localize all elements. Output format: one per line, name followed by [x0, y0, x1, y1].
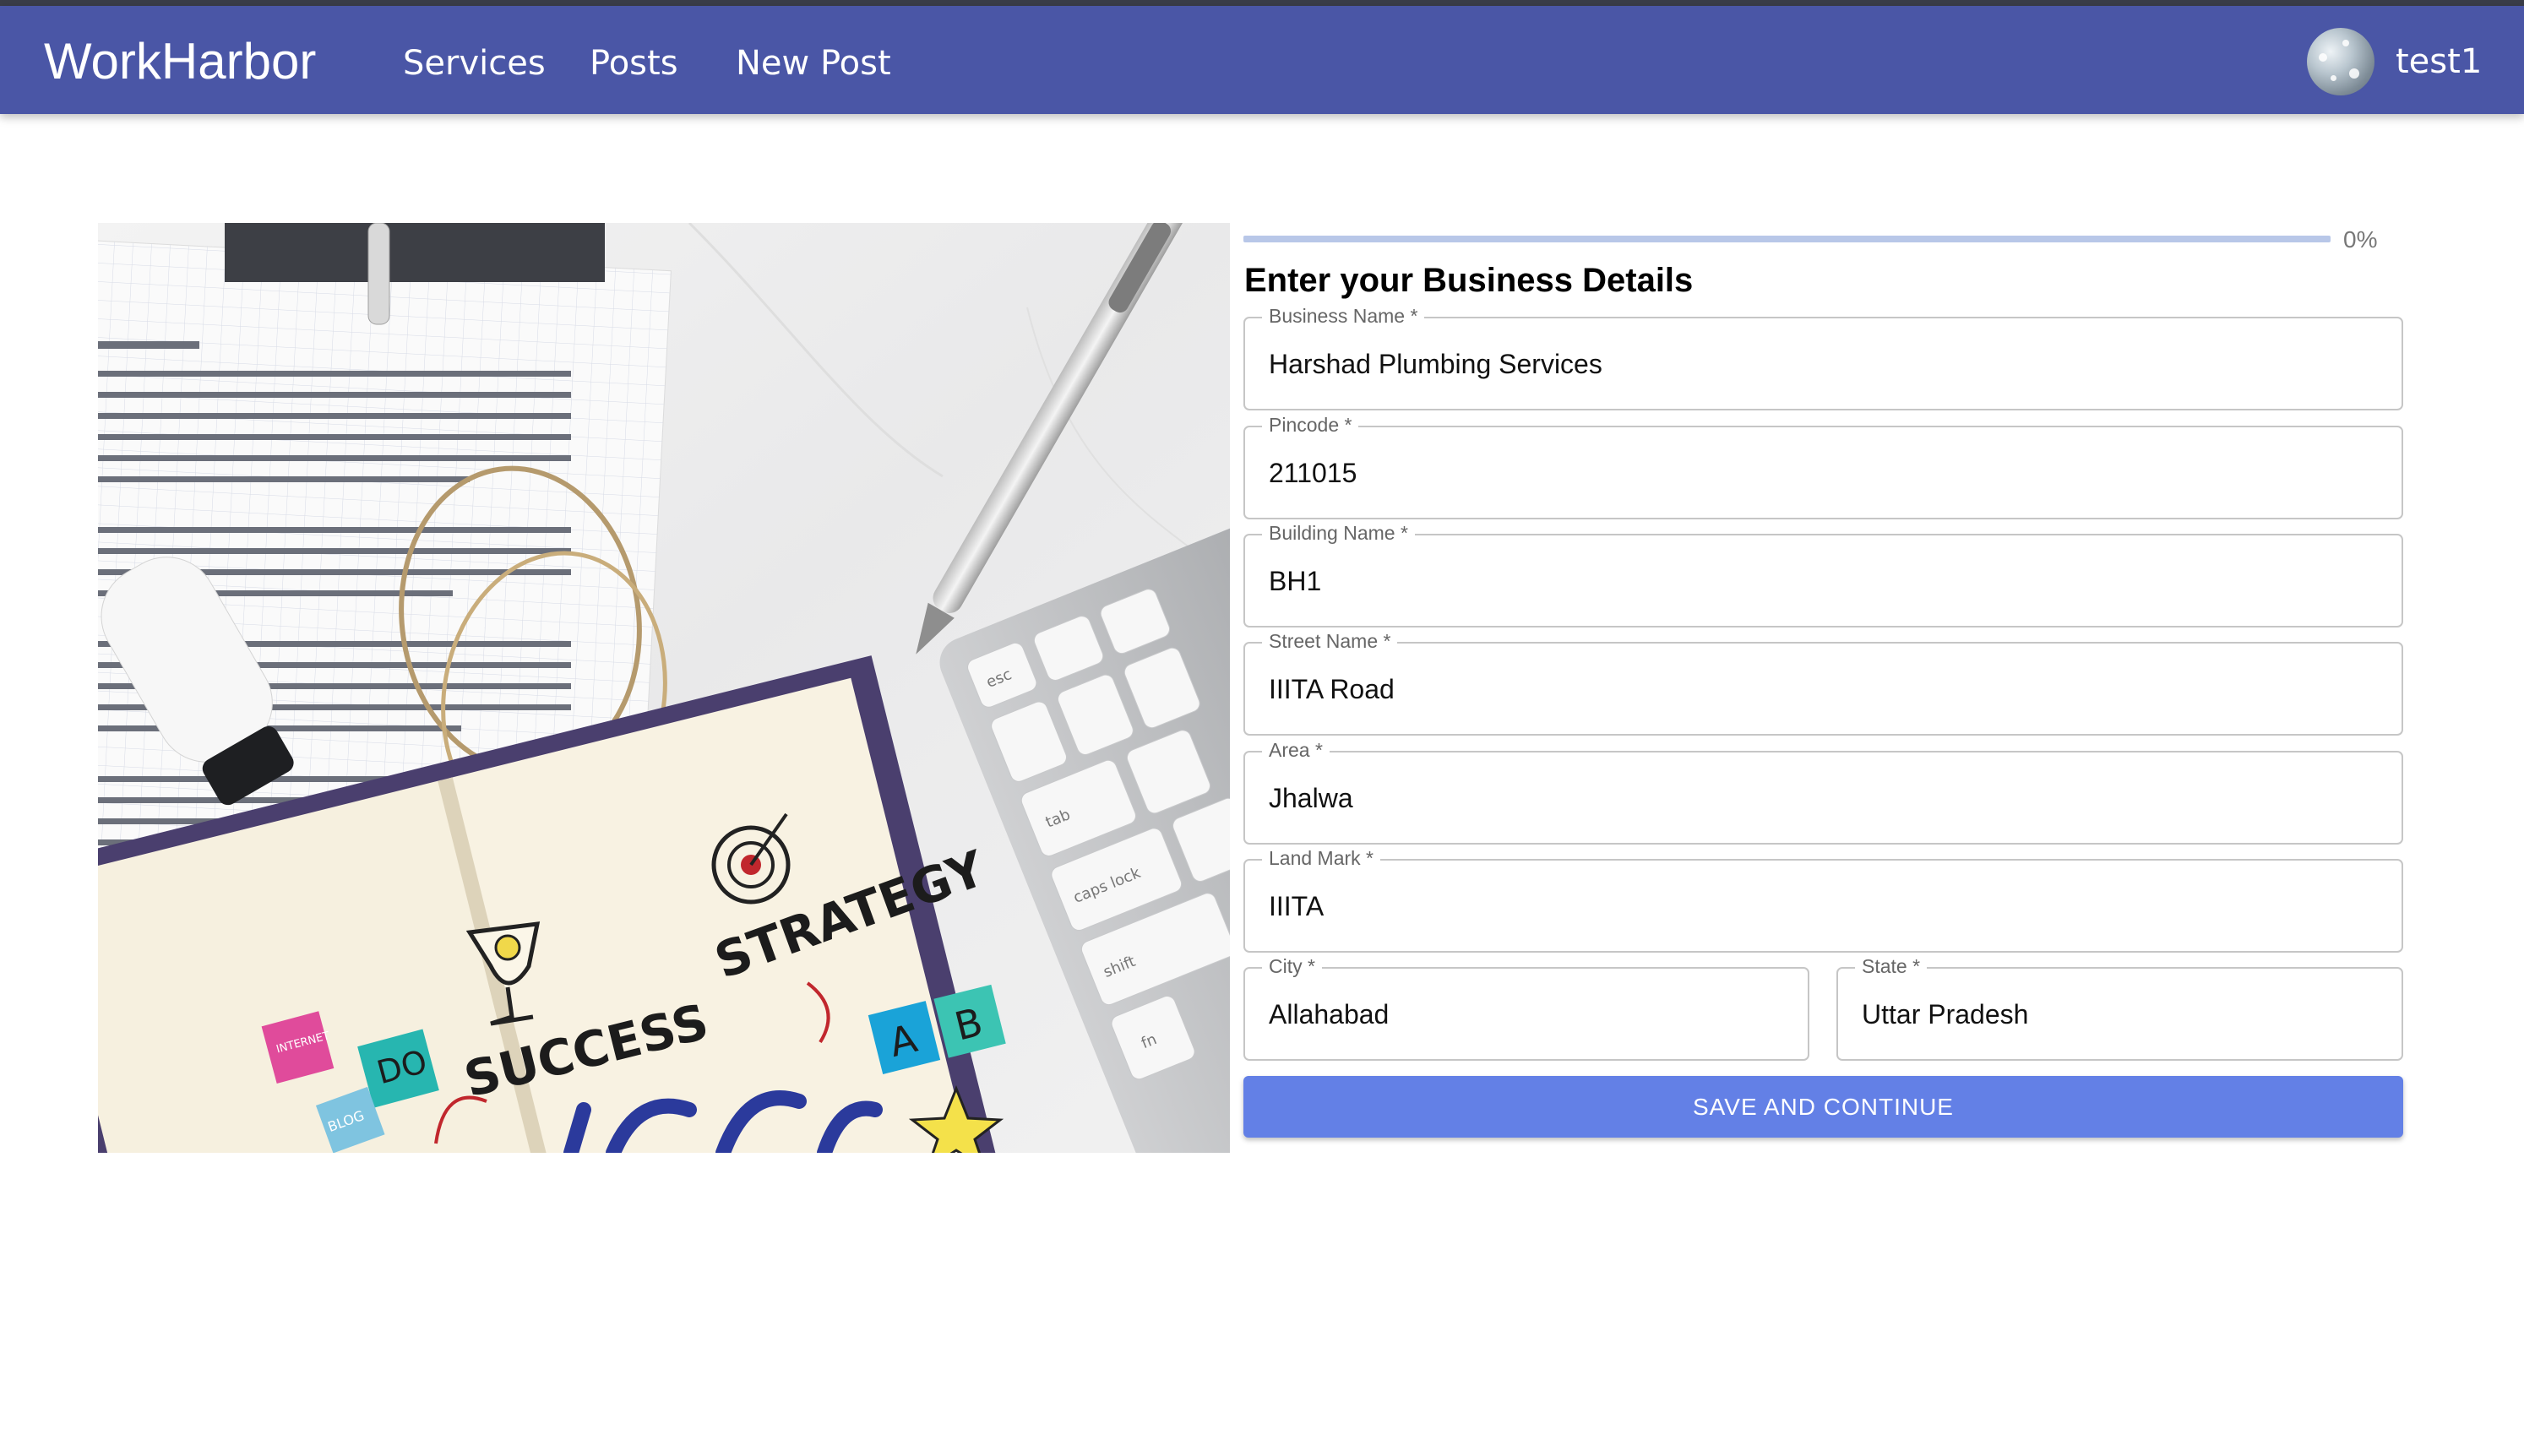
nav-new-post[interactable]: New Post — [736, 43, 891, 84]
area-field[interactable]: Area * Jhalwa — [1243, 737, 2403, 845]
city-label: City * — [1262, 953, 1322, 979]
building-name-field[interactable]: Building Name * BH1 — [1243, 520, 2403, 627]
business-name-field[interactable]: Business Name * Harshad Plumbing Service… — [1243, 303, 2403, 410]
nav-posts[interactable]: Posts — [590, 43, 678, 84]
building-name-label: Building Name * — [1262, 520, 1415, 546]
window-top-border — [0, 0, 2524, 6]
street-name-input[interactable]: IIITA Road — [1269, 672, 1395, 706]
hero-image: esc tab caps lock shift fn SUCCESS STRAT… — [98, 223, 1230, 1153]
business-name-label: Business Name * — [1262, 303, 1425, 329]
land-mark-label: Land Mark * — [1262, 845, 1381, 871]
pincode-label: Pincode * — [1262, 412, 1359, 437]
land-mark-input[interactable]: IIITA — [1269, 889, 1324, 923]
state-input[interactable]: Uttar Pradesh — [1862, 997, 2028, 1031]
area-input[interactable]: Jhalwa — [1269, 781, 1353, 815]
street-name-label: Street Name * — [1262, 628, 1398, 654]
city-field[interactable]: City * Allahabad — [1243, 953, 1809, 1061]
progress-bar — [1243, 236, 2331, 242]
pincode-field[interactable]: Pincode * 211015 — [1243, 412, 2403, 519]
avatar[interactable] — [2307, 28, 2374, 95]
state-field[interactable]: State * Uttar Pradesh — [1836, 953, 2403, 1061]
land-mark-field[interactable]: Land Mark * IIITA — [1243, 845, 2403, 953]
brand-logo[interactable]: WorkHarbor — [44, 33, 316, 90]
business-name-input[interactable]: Harshad Plumbing Services — [1269, 347, 1602, 381]
state-label: State * — [1855, 953, 1928, 979]
form-title: Enter your Business Details — [1244, 262, 1694, 299]
progress-percent: 0% — [2343, 226, 2378, 253]
pincode-input[interactable]: 211015 — [1269, 456, 1357, 490]
city-input[interactable]: Allahabad — [1269, 997, 1389, 1031]
street-name-field[interactable]: Street Name * IIITA Road — [1243, 628, 2403, 736]
user-menu[interactable]: test1 — [2396, 41, 2482, 82]
area-label: Area * — [1262, 737, 1330, 763]
save-and-continue-button[interactable]: SAVE AND CONTINUE — [1243, 1076, 2403, 1138]
navbar: WorkHarbor Services Posts New Post test1 — [0, 6, 2524, 114]
building-name-input[interactable]: BH1 — [1269, 564, 1321, 598]
nav-services[interactable]: Services — [403, 43, 546, 84]
